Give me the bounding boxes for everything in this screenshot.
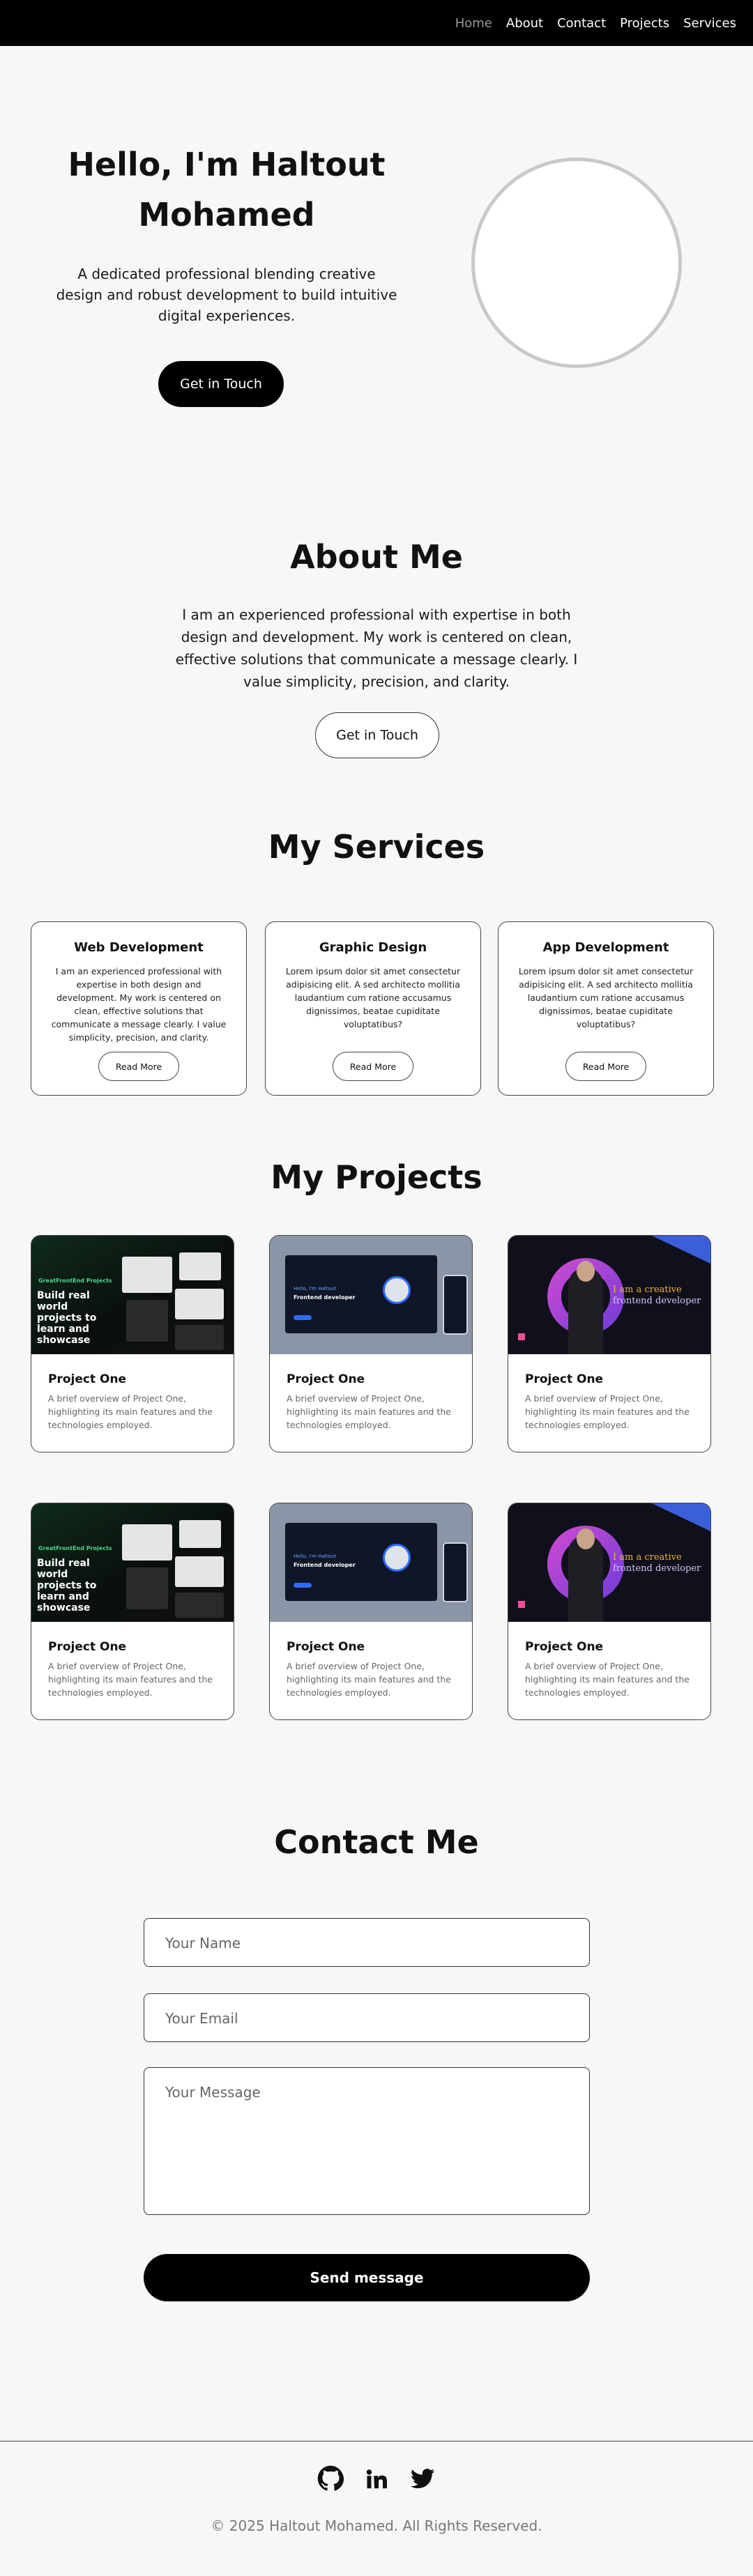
project-thumbnail: GreatFrontEnd Projects Build real world … [31, 1236, 234, 1354]
thumbnail-headline: Build real world projects to learn and s… [37, 1558, 97, 1613]
thumbnail-text: Hello, I'm Haltout [294, 1554, 336, 1559]
project-title: Project One [525, 1372, 604, 1386]
project-title: Project One [287, 1372, 365, 1386]
nav-contact-link[interactable]: Contact [557, 16, 606, 31]
project-thumbnail: Hello, I'm Haltout Frontend developer [270, 1503, 472, 1622]
service-text: Lorem ipsum dolor sit amet consectetur a… [518, 966, 694, 1029]
read-more-button[interactable]: Read More [565, 1052, 646, 1081]
thumbnail-text: frontend developer [613, 1296, 701, 1306]
service-text: Lorem ipsum dolor sit amet consectetur a… [285, 966, 461, 1029]
service-title: App Development [542, 940, 669, 955]
thumbnail-text: Hello, I'm Haltout [294, 1286, 336, 1291]
project-description: A brief overview of Project One, highlig… [287, 1393, 451, 1430]
about-get-in-touch-button[interactable]: Get in Touch [315, 712, 439, 758]
contact-title: Contact Me [274, 1823, 479, 1861]
nav-projects-link[interactable]: Projects [620, 16, 669, 31]
project-card[interactable]: GreatFrontEnd Projects Build real world … [31, 1235, 234, 1452]
read-more-button[interactable]: Read More [98, 1052, 179, 1081]
read-more-button[interactable]: Read More [333, 1052, 413, 1081]
service-card-app-development: App Development Lorem ipsum dolor sit am… [498, 921, 714, 1096]
project-title: Project One [48, 1372, 127, 1386]
thumbnail-headline: Build real world projects to learn and s… [37, 1290, 97, 1346]
thumbnail-text: frontend developer [613, 1563, 701, 1574]
navbar: Home About Contact Projects Services [0, 0, 753, 46]
thumbnail-text: Frontend developer [294, 1294, 356, 1301]
project-description: A brief overview of Project One, highlig… [48, 1393, 213, 1430]
email-input[interactable]: Your Email [144, 1993, 590, 2042]
project-card[interactable]: Hello, I'm Haltout Frontend developer Pr… [269, 1503, 473, 1720]
service-title: Web Development [74, 940, 204, 955]
service-text: I am an experienced professional with ex… [51, 966, 227, 1043]
nav-about-link[interactable]: About [506, 16, 543, 31]
project-description: A brief overview of Project One, highlig… [525, 1661, 690, 1698]
about-text: I am an experienced professional with ex… [175, 606, 578, 690]
project-thumbnail: I am a creative frontend developer [508, 1236, 710, 1354]
project-title: Project One [525, 1640, 604, 1654]
project-card[interactable]: I am a creative frontend developer Proje… [508, 1503, 711, 1720]
hero-avatar [471, 158, 682, 368]
nav-services-link[interactable]: Services [683, 16, 736, 31]
thumbnail-text: Frontend developer [294, 1562, 356, 1568]
service-title: Graphic Design [319, 940, 427, 955]
project-description: A brief overview of Project One, highlig… [525, 1393, 690, 1430]
nav-home-link[interactable]: Home [455, 16, 492, 31]
hero-description: A dedicated professional blending creati… [56, 266, 397, 324]
project-description: A brief overview of Project One, highlig… [287, 1661, 451, 1698]
thumbnail-text: I am a creative [613, 1285, 682, 1295]
projects-title: My Projects [271, 1158, 482, 1196]
name-input[interactable]: Your Name [144, 1918, 590, 1967]
project-thumbnail: GreatFrontEnd Projects Build real world … [31, 1503, 234, 1622]
service-card-web-development: Web Development I am an experienced prof… [31, 921, 247, 1096]
github-icon[interactable] [317, 2464, 344, 2492]
thumbnail-logo: GreatFrontEnd Projects [38, 1545, 112, 1551]
copyright-text: © 2025 Haltout Mohamed. All Rights Reser… [211, 2517, 542, 2534]
message-textarea[interactable]: Your Message [144, 2067, 590, 2215]
services-title: My Services [268, 828, 485, 866]
project-thumbnail: Hello, I'm Haltout Frontend developer [270, 1236, 472, 1354]
send-message-button[interactable]: Send message [144, 2254, 590, 2301]
nav-links: Home About Contact Projects Services [455, 0, 736, 46]
hero-title: Hello, I'm Haltout Mohamed [68, 146, 386, 233]
project-title: Project One [287, 1640, 365, 1654]
linkedin-icon[interactable] [363, 2464, 390, 2492]
hero-get-in-touch-button[interactable]: Get in Touch [158, 361, 284, 407]
thumbnail-text: I am a creative [613, 1552, 682, 1563]
project-title: Project One [48, 1640, 127, 1654]
thumbnail-logo: GreatFrontEnd Projects [38, 1278, 112, 1284]
project-description: A brief overview of Project One, highlig… [48, 1661, 213, 1698]
project-card[interactable]: GreatFrontEnd Projects Build real world … [31, 1503, 234, 1720]
twitter-icon[interactable] [409, 2464, 436, 2492]
about-title: About Me [290, 538, 463, 576]
project-card[interactable]: Hello, I'm Haltout Frontend developer Pr… [269, 1235, 473, 1452]
service-card-graphic-design: Graphic Design Lorem ipsum dolor sit ame… [265, 921, 481, 1096]
project-thumbnail: I am a creative frontend developer [508, 1503, 710, 1622]
project-card[interactable]: I am a creative frontend developer Proje… [508, 1235, 711, 1452]
